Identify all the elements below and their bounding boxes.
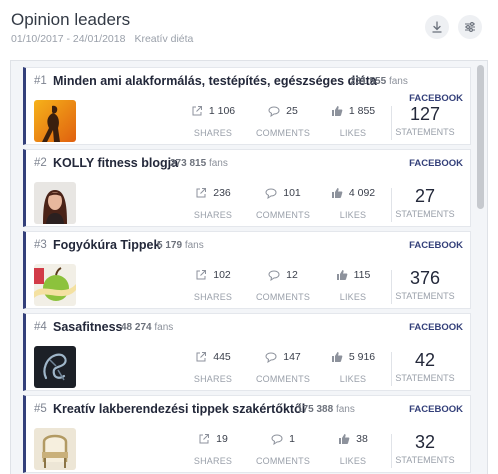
likes-stat: 1 855 LIKES [318, 104, 388, 138]
share-icon [196, 270, 207, 280]
leader-fans: 231 555 fans [350, 76, 408, 87]
widget-header: Opinion leaders 01/10/2017 - 24/01/2018 K… [0, 0, 498, 56]
comment-icon [265, 352, 277, 363]
sliders-icon [465, 22, 475, 32]
leader-fans: 5 179 fans [157, 240, 204, 251]
avatar[interactable] [34, 100, 76, 142]
platform-label[interactable]: FACEBOOK [409, 93, 463, 104]
avatar[interactable] [34, 428, 76, 470]
statements-stat: 127 STATEMENTS [395, 104, 455, 137]
leader-fans: 48 274 fans [121, 322, 174, 333]
avatar[interactable] [34, 346, 76, 388]
statements-stat: 27 STATEMENTS [395, 186, 455, 219]
leader-fans: 175 388 fans [297, 404, 355, 415]
download-button[interactable] [425, 15, 449, 39]
platform-label[interactable]: FACEBOOK [409, 240, 463, 251]
leader-name[interactable]: Sasafitness [53, 320, 122, 334]
statements-stat: 42 STATEMENTS [395, 350, 455, 383]
shares-stat: 445 SHARES [193, 351, 233, 384]
leader-card[interactable]: #4 Sasafitness 48 274 fans FACEBOOK 445 … [23, 313, 471, 391]
leader-card[interactable]: #3 Fogyókúra Tippek 5 179 fans FACEBOOK … [23, 231, 471, 309]
leader-card[interactable]: #2 KOLLY fitness blogja 273 815 fans FAC… [23, 149, 471, 227]
leader-name[interactable]: Fogyókúra Tippek [53, 238, 160, 252]
thumbs-up-icon [331, 352, 343, 362]
widget-subtitle: 01/10/2017 - 24/01/2018 Kreatív diéta [11, 33, 193, 45]
likes-stat: 115 LIKES [318, 268, 388, 302]
platform-label[interactable]: FACEBOOK [409, 322, 463, 333]
statements-stat: 32 STATEMENTS [395, 432, 455, 465]
comments-stat: 12 COMMENTS [255, 269, 311, 302]
comments-stat: 25 COMMENTS [255, 105, 311, 138]
leader-name[interactable]: Kreatív lakberendezési tippek szakértőkt… [53, 402, 305, 416]
filter-settings-button[interactable] [458, 15, 482, 39]
platform-label[interactable]: FACEBOOK [409, 158, 463, 169]
comment-icon [265, 188, 277, 199]
avatar[interactable] [34, 182, 76, 224]
leader-card[interactable]: #5 Kreatív lakberendezési tippek szakért… [23, 395, 471, 473]
comment-icon [268, 106, 280, 117]
thumbs-up-icon [339, 434, 350, 444]
leader-card[interactable]: #1 Minden ami alakformálás, testépítés, … [23, 67, 471, 145]
dark-logo-avatar [34, 346, 76, 388]
leaders-list[interactable]: #1 Minden ami alakformálás, testépítés, … [10, 60, 488, 474]
comments-stat: 1 COMMENTS [255, 433, 311, 466]
statements-stat: 376 STATEMENTS [395, 268, 455, 301]
leader-rank: #3 [34, 239, 47, 251]
apple-tape-measure-avatar [34, 264, 76, 306]
shares-stat: 102 SHARES [193, 269, 233, 302]
date-range: 01/10/2017 - 24/01/2018 [11, 33, 126, 45]
topic-name: Kreatív diéta [134, 33, 194, 45]
leader-name[interactable]: KOLLY fitness blogja [53, 156, 178, 170]
shares-stat: 236 SHARES [193, 187, 233, 220]
share-icon [199, 434, 210, 444]
thumbs-up-icon [331, 106, 343, 116]
shares-stat: 1 106 SHARES [178, 104, 248, 138]
share-icon [192, 106, 202, 116]
runner-silhouette-avatar [34, 100, 76, 142]
shares-stat: 19 SHARES [193, 433, 233, 466]
interior-chair-avatar [34, 428, 76, 470]
likes-stat: 5 916 LIKES [318, 350, 388, 384]
leader-name[interactable]: Minden ami alakformálás, testépítés, egé… [53, 74, 377, 88]
avatar[interactable] [34, 264, 76, 306]
woman-portrait-avatar [34, 182, 76, 224]
widget-title: Opinion leaders [11, 10, 131, 29]
platform-label[interactable]: FACEBOOK [409, 404, 463, 415]
leader-fans: 273 815 fans [170, 158, 228, 169]
comment-icon [271, 434, 283, 445]
thumbs-up-icon [336, 270, 347, 280]
share-icon [196, 352, 207, 362]
likes-stat: 38 LIKES [339, 433, 368, 466]
share-icon [196, 188, 207, 198]
leader-rank: #5 [34, 403, 47, 415]
comments-stat: 147 COMMENTS [255, 351, 311, 384]
comment-icon [268, 270, 280, 281]
likes-stat: 4 092 LIKES [318, 186, 388, 220]
leader-rank: #1 [34, 75, 47, 87]
download-icon [432, 21, 442, 33]
leader-rank: #4 [34, 321, 47, 333]
comments-stat: 101 COMMENTS [255, 187, 311, 220]
leader-rank: #2 [34, 157, 47, 169]
scrollbar-thumb[interactable] [477, 65, 484, 209]
thumbs-up-icon [331, 188, 343, 198]
